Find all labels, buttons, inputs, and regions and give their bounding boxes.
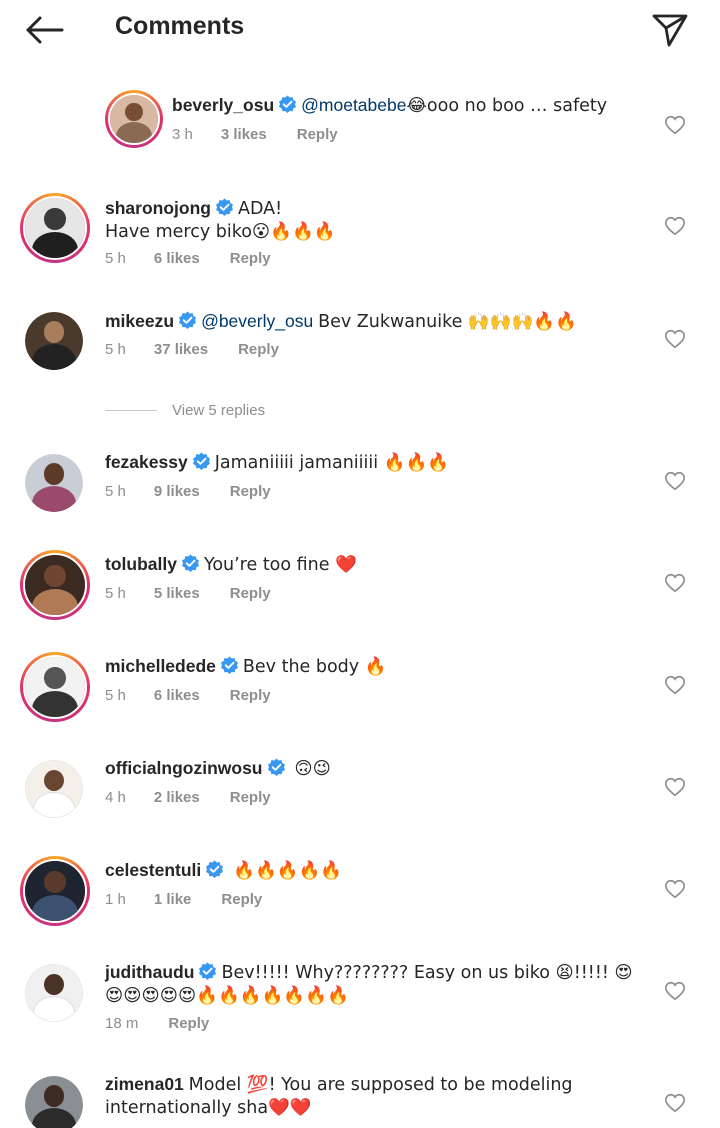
reply-button[interactable]: Reply (230, 789, 271, 806)
avatar[interactable] (20, 550, 90, 620)
back-button[interactable] (22, 12, 66, 48)
comment-username[interactable]: mikeezu (105, 311, 174, 331)
heart-icon[interactable] (664, 878, 686, 900)
reply-button[interactable]: Reply (238, 341, 279, 358)
avatar[interactable] (25, 1076, 83, 1128)
comment-text: Bev the body 🔥 (242, 657, 387, 677)
comment-likes[interactable]: 3 likes (221, 126, 267, 143)
comment-time: 3 h (172, 126, 193, 143)
comment-text: 😂ooo no boo … safety (406, 96, 608, 116)
share-button[interactable] (648, 10, 692, 50)
comment-likes[interactable]: 5 likes (154, 585, 200, 602)
page-title: Comments (115, 12, 245, 40)
heart-icon[interactable] (664, 674, 686, 696)
comment-likes[interactable]: 37 likes (154, 341, 208, 358)
verified-badge-icon (192, 452, 210, 470)
comment-username[interactable]: sharonojong (105, 198, 211, 218)
comment-time: 5 h (105, 687, 126, 704)
avatar[interactable] (25, 760, 83, 818)
heart-icon[interactable] (664, 215, 686, 237)
comment-username[interactable]: judithaudu (105, 962, 194, 982)
verified-badge-icon (216, 198, 233, 216)
reply-button[interactable]: Reply (230, 585, 271, 602)
comment-username[interactable]: fezakessy (105, 452, 188, 472)
verified-badge-icon (206, 860, 224, 878)
view-replies-button[interactable]: View 5 replies (105, 400, 265, 420)
heart-icon[interactable] (664, 572, 686, 594)
verified-badge-icon (267, 758, 285, 776)
comment-time: 18 m (105, 1015, 139, 1032)
arrow-left-icon (26, 16, 64, 44)
comment-text: Bev Zukwanuike 🙌🙌🙌🔥🔥 (318, 312, 577, 332)
comment-mention[interactable]: @moetabebe (301, 95, 406, 115)
avatar[interactable] (25, 454, 83, 512)
avatar[interactable] (20, 193, 90, 263)
verified-badge-icon (179, 311, 197, 329)
top-bar: Comments (0, 0, 720, 56)
avatar[interactable] (25, 312, 83, 370)
verified-badge-icon (279, 95, 297, 113)
reply-button[interactable]: Reply (230, 483, 271, 500)
reply-button[interactable]: Reply (221, 891, 262, 908)
avatar[interactable] (105, 90, 163, 148)
comment-likes[interactable]: 9 likes (154, 483, 200, 500)
comment-mention[interactable]: @beverly_osu (201, 311, 313, 331)
view-replies-label: View 5 replies (172, 401, 266, 419)
comment-time: 5 h (105, 585, 126, 602)
divider (105, 409, 157, 411)
comment-username[interactable]: michelledede (105, 656, 216, 676)
verified-badge-icon (199, 962, 217, 980)
comment-username[interactable]: officialngozinwosu (105, 758, 263, 778)
reply-button[interactable]: Reply (168, 1015, 209, 1032)
heart-icon[interactable] (664, 114, 686, 136)
comment-text: 🙃😉 (294, 759, 331, 779)
comment-text: You’re too fine ❤️ (203, 555, 357, 575)
avatar[interactable] (20, 652, 90, 722)
verified-badge-icon (220, 656, 238, 674)
paper-plane-icon (652, 14, 688, 47)
heart-icon[interactable] (664, 776, 686, 798)
comment-time: 5 h (105, 483, 126, 500)
heart-icon[interactable] (664, 470, 686, 492)
comment-text: Jamaniiiii jamaniiiii 🔥🔥🔥 (214, 453, 450, 473)
verified-badge-icon (181, 554, 199, 572)
comment-time: 5 h (105, 250, 126, 267)
comment-likes[interactable]: 6 likes (154, 250, 200, 267)
comment-username[interactable]: beverly_osu (172, 95, 274, 115)
heart-icon[interactable] (664, 980, 686, 1002)
comment-time: 1 h (105, 891, 126, 908)
comment-likes[interactable]: 6 likes (154, 687, 200, 704)
comment-username[interactable]: celestentuli (105, 860, 201, 880)
comment-likes[interactable]: 1 like (154, 891, 192, 908)
avatar[interactable] (20, 856, 90, 926)
heart-icon[interactable] (664, 1092, 686, 1114)
comment-username[interactable]: zimena01 (105, 1074, 184, 1094)
heart-icon[interactable] (664, 328, 686, 350)
comment-time: 5 h (105, 341, 126, 358)
reply-button[interactable]: Reply (230, 250, 271, 267)
avatar[interactable] (25, 964, 83, 1022)
comment-likes[interactable]: 2 likes (154, 789, 200, 806)
comment-username[interactable]: tolubally (105, 554, 177, 574)
comment-text: 🔥🔥🔥🔥🔥 (233, 861, 343, 881)
reply-button[interactable]: Reply (297, 126, 338, 143)
reply-button[interactable]: Reply (230, 687, 271, 704)
comment-time: 4 h (105, 789, 126, 806)
